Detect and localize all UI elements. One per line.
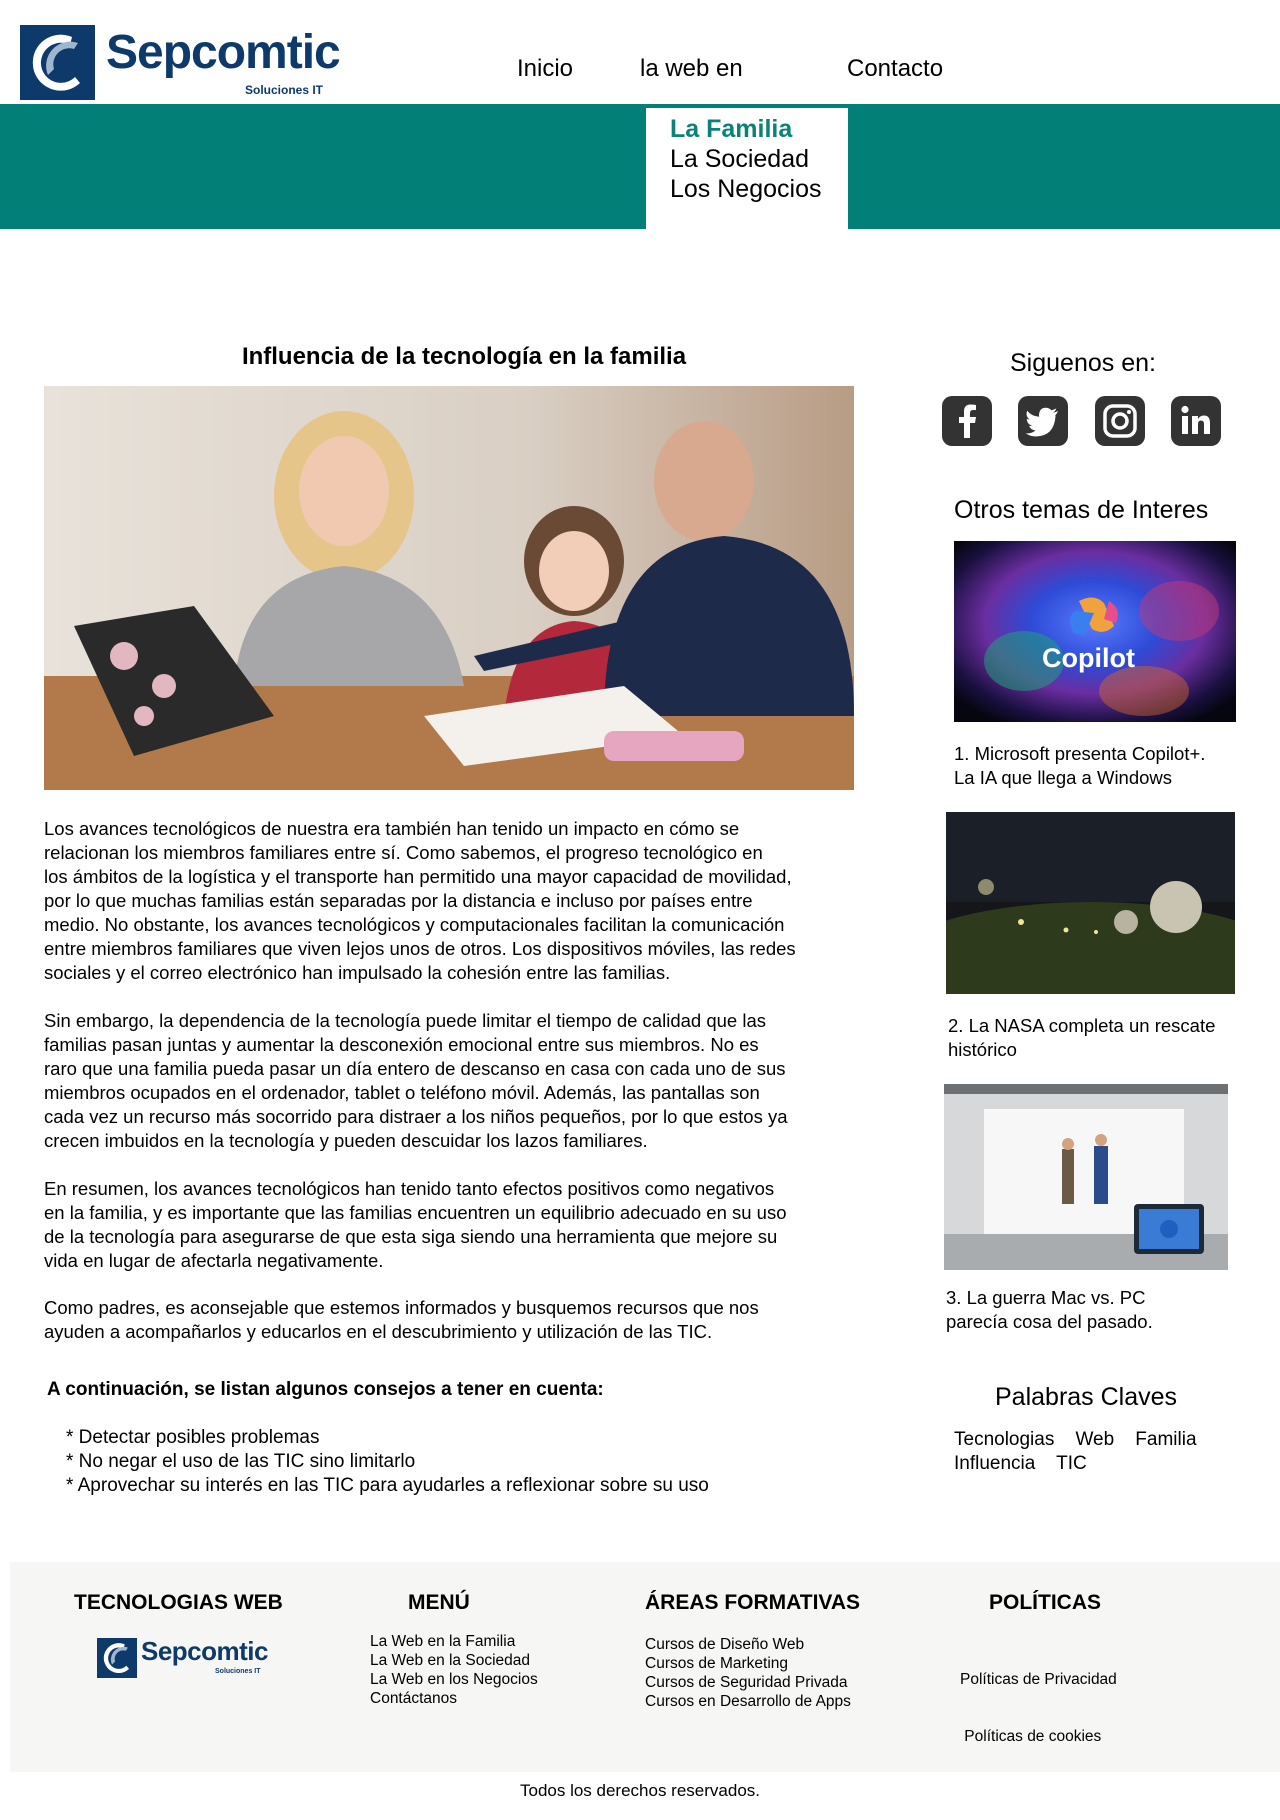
keywords-line-2[interactable]: Influencia TIC [954,1452,1087,1476]
copyright-text: Todos los derechos reservados. [519,1781,761,1800]
article-title: Influencia de la tecnología en la famili… [241,343,687,370]
topic-1-caption-line2[interactable]: La IA que llega a Windows [954,766,1172,790]
footer-area-link[interactable]: Cursos de Marketing [645,1654,851,1673]
nasa-thumbnail[interactable] [946,812,1235,994]
facebook-icon[interactable] [942,396,992,446]
topic-2-caption-line2[interactable]: histórico [948,1038,1017,1062]
site-logo[interactable]: Sepcomtic Soluciones IT [20,25,341,100]
keywords-line-1[interactable]: Tecnologias Web Familia [954,1428,1197,1452]
nav-inicio[interactable]: Inicio [517,55,573,83]
other-topics-title: Otros temas de Interes [954,496,1209,524]
dropdown-item-negocios[interactable]: Los Negocios [670,174,821,204]
footer-menu-link[interactable]: La Web en la Familia [370,1632,538,1651]
mac-vs-pc-thumbnail[interactable] [944,1084,1228,1270]
logo-name: Sepcomtic [106,26,341,79]
keywords-title: Palabras Claves [995,1383,1178,1411]
footer-menu-link[interactable]: Contáctanos [370,1689,538,1708]
logo-tagline: Soluciones IT [245,83,324,97]
copilot-thumbnail[interactable]: Copilot [954,541,1236,722]
topic-3-caption-line2[interactable]: parecía cosa del pasado. [946,1310,1153,1334]
topic-2-caption[interactable]: 2. La NASA completa un rescate [948,1014,1215,1038]
tips-title: A continuación, se listan algunos consej… [47,1379,604,1400]
footer-col3-title: ÁREAS FORMATIVAS [645,1591,861,1614]
footer-menu-link[interactable]: La Web en los Negocios [370,1670,538,1689]
article-paragraph-3: En resumen, los avances tecnológicos han… [44,1178,787,1271]
tip-item: * No negar el uso de las TIC sino limita… [66,1451,416,1472]
footer-policy-link[interactable]: Políticas de cookies [960,1727,1117,1746]
nav-dropdown: La Familia La Sociedad Los Negocios [646,108,848,229]
topic-3-caption[interactable]: 3. La guerra Mac vs. PC [946,1286,1145,1310]
article-paragraph-4: Como padres, es aconsejable que estemos … [44,1297,759,1342]
footer-logo[interactable]: Sepcomtic Soluciones IT [97,1636,269,1678]
footer-menu-list: La Web en la Familia La Web en la Socied… [370,1632,538,1708]
nav-la-web-en[interactable]: la web en [640,55,743,83]
footer-area-link[interactable]: Cursos de Diseño Web [645,1635,851,1654]
footer-logo-name: Sepcomtic [141,1636,269,1666]
footer-col4-title: POLÍTICAS [989,1591,1102,1614]
linkedin-icon[interactable] [1171,396,1221,446]
tip-item: * Aprovechar su interés en las TIC para … [66,1475,709,1496]
copilot-logo-text: Copilot [1042,643,1135,673]
topic-1-caption[interactable]: 1. Microsoft presenta Copilot+. [954,742,1205,766]
article-paragraph-1: Los avances tecnológicos de nuestra era … [44,818,796,983]
logo-mark-icon [20,25,95,100]
nav-contacto[interactable]: Contacto [847,55,943,83]
footer-policy-link[interactable]: Políticas de Privacidad [960,1670,1117,1689]
dropdown-item-familia[interactable]: La Familia [670,114,792,144]
instagram-icon[interactable] [1095,396,1145,446]
footer-policies-list: Políticas de Privacidad Políticas de coo… [960,1632,1117,1765]
footer-area-link[interactable]: Cursos de Seguridad Privada [645,1673,851,1692]
footer-menu-link[interactable]: La Web en la Sociedad [370,1651,538,1670]
follow-title: Siguenos en: [1010,349,1156,377]
dropdown-item-sociedad[interactable]: La Sociedad [670,144,809,174]
footer-logo-tagline: Soluciones IT [215,1668,261,1675]
footer-areas-list: Cursos de Diseño Web Cursos de Marketing… [645,1635,851,1711]
article-paragraph-2: Sin embargo, la dependencia de la tecnol… [44,1010,788,1151]
family-hero-image [44,386,854,790]
logo-mark-icon [97,1638,137,1678]
header-band [0,104,1280,229]
twitter-icon[interactable] [1018,396,1068,446]
tip-item: * Detectar posibles problemas [66,1427,320,1448]
footer-col2-title: MENÚ [408,1591,470,1614]
footer-col1-title: TECNOLOGIAS WEB [74,1591,283,1614]
footer-area-link[interactable]: Cursos en Desarrollo de Apps [645,1692,851,1711]
